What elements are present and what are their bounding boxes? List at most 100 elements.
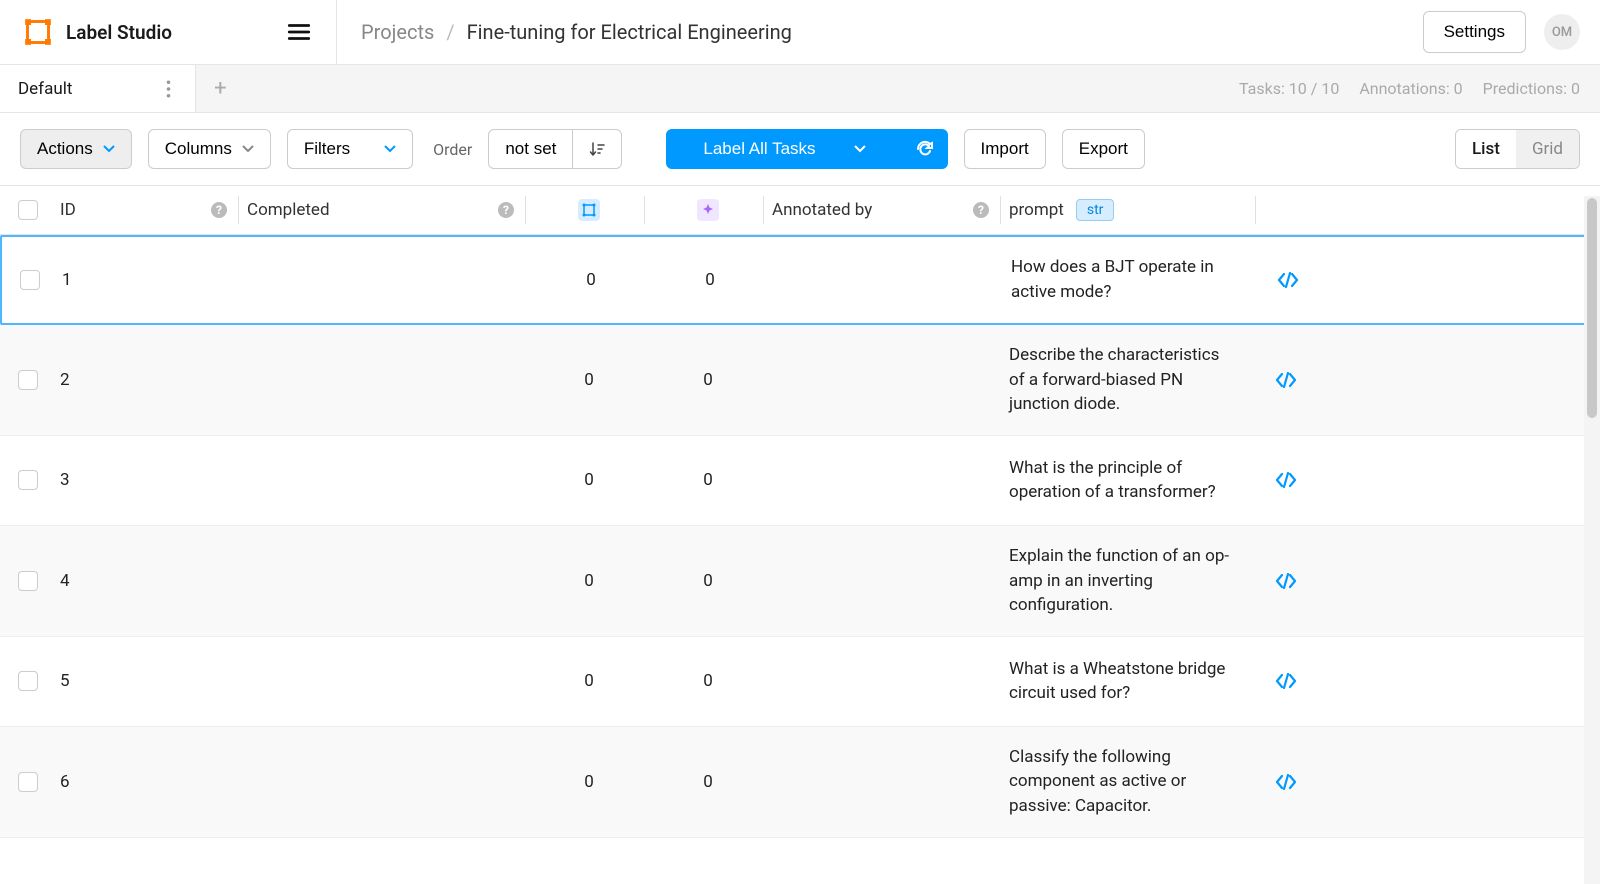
column-type-badge: str: [1076, 199, 1115, 221]
breadcrumb-current: Fine-tuning for Electrical Engineering: [467, 20, 792, 44]
help-icon[interactable]: ?: [210, 201, 228, 219]
column-prompt[interactable]: prompt: [1009, 200, 1064, 220]
chevron-down-icon: [103, 145, 115, 153]
row-checkbox[interactable]: [20, 270, 40, 290]
svg-text:?: ?: [216, 203, 222, 217]
cell-id: 5: [60, 671, 238, 691]
column-annotated-by[interactable]: Annotated by: [772, 200, 872, 220]
predictions-column-icon[interactable]: [697, 199, 719, 221]
label-all-label: Label All Tasks: [703, 139, 815, 159]
actions-label: Actions: [37, 139, 93, 159]
view-list-button[interactable]: List: [1456, 130, 1516, 168]
hamburger-icon: [286, 19, 312, 45]
settings-button[interactable]: Settings: [1423, 11, 1526, 53]
source-code-button[interactable]: [1277, 272, 1299, 288]
help-icon[interactable]: ?: [497, 201, 515, 219]
breadcrumb-separator: /: [446, 20, 454, 44]
table-row[interactable]: 5 0 0 What is a Wheatstone bridge circui…: [0, 637, 1600, 727]
row-checkbox[interactable]: [18, 772, 38, 792]
scrollbar[interactable]: [1584, 196, 1600, 884]
hamburger-menu-button[interactable]: [262, 0, 337, 64]
breadcrumb: Projects / Fine-tuning for Electrical En…: [337, 20, 1423, 44]
actions-dropdown[interactable]: Actions: [20, 129, 132, 169]
column-completed[interactable]: Completed: [247, 200, 330, 220]
stats-annotations: Annotations: 0: [1359, 79, 1462, 98]
tab-menu-button[interactable]: [160, 74, 177, 104]
cell-predictions: 0: [653, 470, 763, 490]
cell-annotations: 0: [534, 671, 644, 691]
refresh-icon: [915, 139, 935, 159]
logo[interactable]: Label Studio: [0, 0, 192, 64]
cell-annotations: 0: [534, 370, 644, 390]
filters-label: Filters: [304, 139, 350, 159]
code-icon: [1275, 372, 1297, 388]
source-code-button[interactable]: [1275, 472, 1297, 488]
cell-prompt: How does a BJT operate in active mode?: [1011, 255, 1239, 304]
cell-id: 6: [60, 772, 238, 792]
breadcrumb-projects-link[interactable]: Projects: [361, 20, 434, 44]
table-row[interactable]: 4 0 0 Explain the function of an op-amp …: [0, 526, 1600, 637]
import-button[interactable]: Import: [964, 129, 1046, 169]
cell-prompt: What is the principle of operation of a …: [1009, 456, 1237, 505]
table-header: ID ? Completed ? Annotated by ? prompt: [0, 185, 1600, 235]
order-label: Order: [433, 140, 472, 159]
stats-predictions: Predictions: 0: [1483, 79, 1580, 98]
cell-predictions: 0: [653, 571, 763, 591]
row-checkbox[interactable]: [18, 470, 38, 490]
export-button[interactable]: Export: [1062, 129, 1145, 169]
tab-label: Default: [18, 79, 72, 99]
code-icon: [1275, 472, 1297, 488]
source-code-button[interactable]: [1275, 774, 1297, 790]
order-value: not set: [505, 139, 556, 159]
source-code-button[interactable]: [1275, 673, 1297, 689]
code-icon: [1275, 673, 1297, 689]
code-icon: [1275, 573, 1297, 589]
cell-id: 2: [60, 370, 238, 390]
code-icon: [1275, 774, 1297, 790]
chevron-down-icon: [854, 145, 866, 153]
select-all-checkbox[interactable]: [18, 200, 38, 220]
svg-text:?: ?: [978, 203, 984, 217]
app-name: Label Studio: [66, 21, 172, 44]
source-code-button[interactable]: [1275, 372, 1297, 388]
avatar[interactable]: OM: [1544, 14, 1580, 50]
sort-icon: [589, 141, 605, 157]
label-all-tasks-button[interactable]: Label All Tasks: [666, 129, 902, 169]
tab-default[interactable]: Default: [0, 65, 196, 112]
table-row[interactable]: 2 0 0 Describe the characteristics of a …: [0, 325, 1600, 436]
source-code-button[interactable]: [1275, 573, 1297, 589]
table-row[interactable]: 6 0 0 Classify the following component a…: [0, 727, 1600, 838]
row-checkbox[interactable]: [18, 370, 38, 390]
filters-dropdown[interactable]: Filters: [287, 129, 413, 169]
row-checkbox[interactable]: [18, 571, 38, 591]
cell-prompt: What is a Wheatstone bridge circuit used…: [1009, 657, 1237, 706]
table-row[interactable]: 1 0 0 How does a BJT operate in active m…: [0, 235, 1600, 325]
columns-dropdown[interactable]: Columns: [148, 129, 271, 169]
cell-annotations: 0: [536, 270, 646, 290]
view-grid-button[interactable]: Grid: [1516, 130, 1579, 168]
row-checkbox[interactable]: [18, 671, 38, 691]
chevron-down-icon: [384, 145, 396, 153]
annotations-column-icon[interactable]: [578, 199, 600, 221]
column-id[interactable]: ID: [60, 200, 76, 220]
cell-prompt: Describe the characteristics of a forwar…: [1009, 343, 1237, 417]
stats-tasks: Tasks: 10 / 10: [1239, 79, 1339, 98]
cell-prompt: Classify the following component as acti…: [1009, 745, 1237, 819]
order-field-dropdown[interactable]: not set: [488, 129, 573, 169]
cell-prompt: Explain the function of an op-amp in an …: [1009, 544, 1237, 618]
cell-id: 3: [60, 470, 238, 490]
code-icon: [1277, 272, 1299, 288]
cell-predictions: 0: [653, 671, 763, 691]
dots-vertical-icon: [166, 80, 171, 98]
order-direction-button[interactable]: [573, 129, 622, 169]
cell-annotations: 0: [534, 470, 644, 490]
scrollbar-thumb[interactable]: [1587, 198, 1597, 418]
columns-label: Columns: [165, 139, 232, 159]
refresh-button[interactable]: [903, 129, 948, 169]
cell-annotations: 0: [534, 772, 644, 792]
table-row[interactable]: 3 0 0 What is the principle of operation…: [0, 436, 1600, 526]
add-tab-button[interactable]: +: [196, 65, 244, 112]
help-icon[interactable]: ?: [972, 201, 990, 219]
cell-annotations: 0: [534, 571, 644, 591]
view-toggle: List Grid: [1455, 129, 1580, 169]
